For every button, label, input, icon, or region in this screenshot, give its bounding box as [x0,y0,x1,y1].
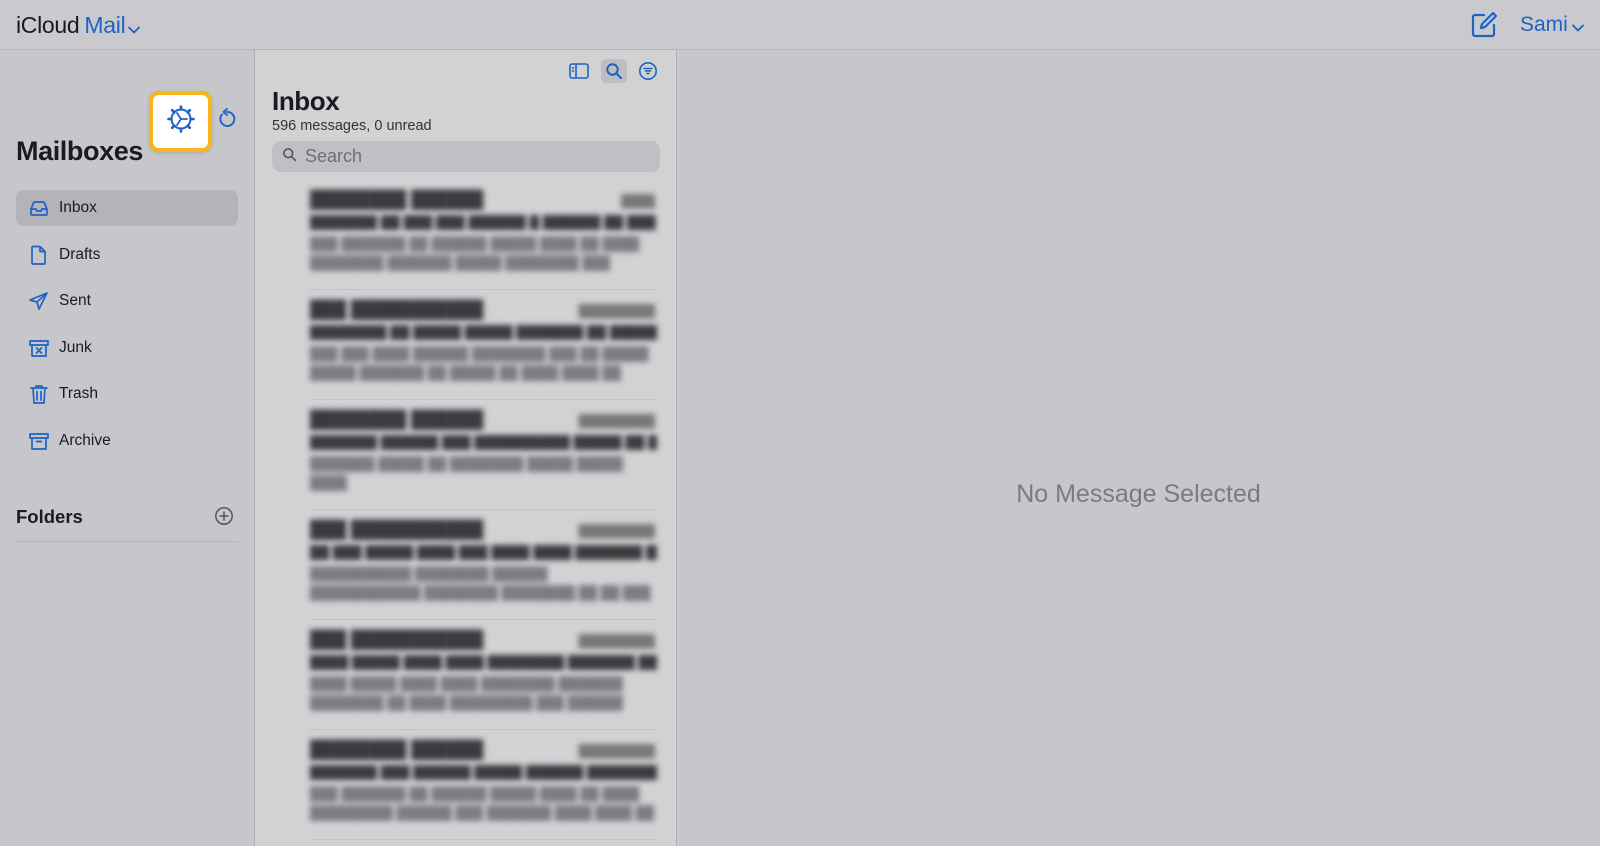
message-row[interactable]: ███ ███████████ █████████ ████ █████ ███… [255,620,677,730]
search-field[interactable] [272,141,660,172]
message-date: █████████ [578,524,655,538]
folders-section: Folders [16,504,238,542]
message-subject: ████████ ██ █████ █████ ███████ ██ █████… [310,325,657,340]
message-row[interactable]: ███ ███████████ █████████ ██ ███ █████ █… [255,510,677,620]
sidebar-item-junk[interactable]: Junk [16,330,238,366]
message-preview: ███ ███████ ██ ██████ █████ ████ ██ ████… [310,236,640,270]
message-list-pane: Inbox 596 messages, 0 unread ████████ ██… [255,50,677,846]
message-subject: ████ █████ ████ ████ ████████ ███████ ██… [310,655,657,670]
search-toggle-icon[interactable] [601,59,627,83]
message-date: █████████ [578,414,655,428]
gear-icon [166,104,196,139]
message-subject: ███████ ██████ ███ ██████████ █████ ██ █… [310,435,657,450]
add-folder-icon[interactable] [214,506,234,526]
message-count: 596 messages, 0 unread [272,118,432,134]
trash-icon [28,383,50,405]
brand-mail: Mail [84,12,126,38]
sidebar-toggle-icon[interactable] [566,59,592,83]
chevron-down-icon [128,13,141,40]
sidebar-item-drafts[interactable]: Drafts [16,237,238,273]
message-row[interactable]: ███ ███████████ █████████ ████████ ██ ██… [255,290,677,400]
brand-icloud: iCloud [16,12,80,38]
app-switcher[interactable]: iCloud Mail [16,11,141,40]
message-row[interactable]: ████████ ██████ ████ ███████ ██ ███ ███ … [255,180,677,290]
message-date: ████ [620,194,655,208]
message-reader: No Message Selected [677,50,1600,846]
chevron-down-icon [1571,14,1584,38]
sidebar-item-archive[interactable]: Archive [16,423,238,459]
mailboxes-title: Mailboxes [16,136,143,166]
mailboxes-sidebar: Mailboxes Inbox Drafts Sent Junk Trash A… [0,50,255,846]
message-preview: ███████████ ████████ ██████ ████████████ … [310,566,651,600]
inbox-icon [28,197,50,219]
search-input[interactable] [305,146,635,167]
sidebar-item-sent[interactable]: Sent [16,283,238,319]
message-preview: ████ █████ ████ ████ ████████ ███████ ███… [310,676,623,710]
user-name: Sami [1520,13,1568,36]
sidebar-item-trash[interactable]: Trash [16,376,238,412]
sidebar-item-label: Sent [59,292,91,310]
sidebar-item-label: Inbox [59,199,97,216]
archive-box-icon [28,430,50,452]
mailbox-list: Inbox Drafts Sent Junk Trash Archive [16,190,238,470]
message-subject: ███████ ███ ██████ █████ ██████ ████████… [310,765,657,780]
sidebar-item-label: Drafts [59,245,101,263]
compose-icon[interactable] [1470,11,1498,39]
settings-button[interactable] [149,91,212,152]
message-preview: ███ ███ ████ ██████ ████████ ███ ██ ████… [310,346,649,380]
message-preview: ███ ███████ ██ ██████ █████ ████ ██ ████… [310,786,655,820]
paper-plane-icon [28,290,50,312]
message-subject: ███████ ██ ███ ███ ██████ █ ██████ ██ ██… [310,215,657,230]
message-row[interactable]: ████████ ██████ █████████ ███████ ███ ██… [255,730,677,840]
folders-heading: Folders [16,506,83,527]
list-toolbar [255,59,677,83]
message-list: ████████ ██████ ████ ███████ ██ ███ ███ … [255,180,677,840]
message-row[interactable]: ████████ ██████ █████████ ███████ ██████… [255,400,677,510]
sidebar-item-inbox[interactable]: Inbox [16,190,238,226]
message-date: █████████ [578,304,655,318]
refresh-icon[interactable] [216,108,238,130]
document-icon [28,244,50,266]
empty-state-text: No Message Selected [1016,480,1261,508]
junk-box-icon [28,337,50,359]
top-bar: iCloud Mail Sami [0,0,1600,50]
message-subject: ██ ███ █████ ████ ███ ████ ████ ███████ … [310,545,657,560]
search-icon [282,147,297,167]
filter-icon[interactable] [635,59,661,83]
sidebar-item-label: Archive [59,431,111,449]
message-date: █████████ [578,744,655,758]
message-date: █████████ [578,634,655,648]
message-preview: ███████ █████ ██ ████████ █████ █████ ██… [310,456,623,490]
account-menu[interactable]: Sami [1520,12,1584,38]
sidebar-item-label: Trash [59,385,99,403]
message-sender: ████████ ██████ [310,190,484,209]
list-title: Inbox [272,86,340,116]
sidebar-item-label: Junk [59,338,92,356]
